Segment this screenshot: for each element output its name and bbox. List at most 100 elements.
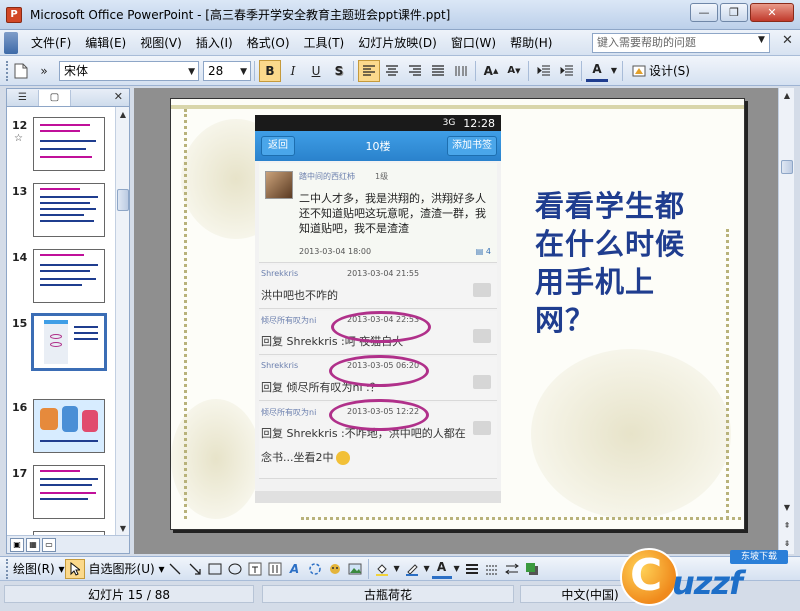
- document-close-icon[interactable]: ✕: [782, 33, 793, 48]
- line-icon[interactable]: [165, 559, 185, 579]
- slide-thumb-17[interactable]: 17: [7, 465, 115, 525]
- align-left-icon[interactable]: [358, 59, 380, 82]
- menu-edit[interactable]: 编辑(E): [78, 32, 133, 54]
- slide-thumb-14[interactable]: 14: [7, 249, 115, 309]
- design-button[interactable]: 设计(S): [632, 62, 690, 79]
- chevron-down-icon[interactable]: ▼: [422, 559, 432, 579]
- increase-indent-icon[interactable]: [556, 60, 578, 82]
- fill-color-icon[interactable]: [372, 559, 392, 579]
- scroll-down-icon[interactable]: ▼: [117, 521, 129, 535]
- normal-view-icon[interactable]: ▣: [10, 537, 24, 552]
- formatting-toolbar: » 宋体 ▼ 28 ▼ B I U S A ▲ A ▼ A ▼ 设计(S): [0, 56, 800, 86]
- arrow-style-icon[interactable]: [502, 559, 522, 579]
- justify-icon[interactable]: [427, 60, 449, 82]
- slides-scrollbar[interactable]: ▲ ▼: [115, 107, 129, 535]
- chevron-down-icon: ▼: [240, 66, 247, 77]
- clip-art-icon[interactable]: [325, 559, 345, 579]
- font-size-select[interactable]: 28 ▼: [203, 60, 251, 81]
- menu-grip-icon[interactable]: [4, 31, 18, 54]
- slideshow-view-icon[interactable]: ▭: [42, 537, 56, 552]
- outline-tab[interactable]: ☰: [7, 89, 39, 106]
- slide-sorter-view-icon[interactable]: ▦: [26, 537, 40, 552]
- slide-thumbnail-image-selected: [31, 313, 107, 371]
- menu-file[interactable]: 文件(F): [24, 32, 78, 54]
- editor-scrollbar[interactable]: ▲ ▼ ⇞ ⇟: [778, 88, 794, 554]
- slide-number: 14: [12, 251, 28, 264]
- italic-button[interactable]: I: [282, 60, 304, 82]
- arrow-icon[interactable]: [185, 559, 205, 579]
- rectangle-icon[interactable]: [205, 559, 225, 579]
- chevron-down-icon[interactable]: ▼: [452, 559, 462, 579]
- align-center-icon[interactable]: [381, 60, 403, 82]
- chevron-down-icon[interactable]: ▼: [609, 60, 619, 82]
- vertical-textbox-icon[interactable]: [265, 559, 285, 579]
- slide-thumb-12[interactable]: 12 ☆: [7, 117, 115, 177]
- reply-date: 2013-03-04 21:55: [347, 269, 420, 278]
- toolbar-grip[interactable]: [6, 558, 9, 579]
- font-name-select[interactable]: 宋体 ▼: [59, 60, 199, 81]
- current-slide[interactable]: 3G 12:28 返回 10楼 添加书签 踏中间的西红柿 1级 二中人才多，我是…: [170, 98, 745, 530]
- restore-button[interactable]: ❐: [720, 3, 748, 22]
- menu-format[interactable]: 格式(O): [240, 32, 297, 54]
- phone-bookmark-button: 添加书签: [447, 136, 497, 156]
- column-distribute-icon[interactable]: [450, 60, 472, 82]
- slide-thumb-15[interactable]: 15: [7, 313, 115, 375]
- dash-style-icon[interactable]: [482, 559, 502, 579]
- decrease-font-size-icon[interactable]: A ▼: [503, 60, 525, 82]
- slide-heading[interactable]: 看看学生都在什么时候用手机上网？: [535, 187, 685, 339]
- minimize-button[interactable]: —: [690, 3, 718, 22]
- line-style-icon[interactable]: [462, 559, 482, 579]
- scroll-up-icon[interactable]: ▲: [781, 88, 793, 102]
- phone-screenshot[interactable]: 3G 12:28 返回 10楼 添加书签 踏中间的西红柿 1级 二中人才多，我是…: [255, 115, 501, 503]
- slides-tab[interactable]: ▢: [39, 89, 71, 106]
- shadow-button[interactable]: S: [328, 60, 350, 82]
- menu-view[interactable]: 视图(V): [133, 32, 189, 54]
- status-slide-counter: 幻灯片 15 / 88: [4, 585, 254, 603]
- underline-button[interactable]: U: [305, 60, 327, 82]
- close-button[interactable]: ✕: [750, 3, 794, 22]
- toolbar-options-icon[interactable]: »: [33, 60, 55, 82]
- oval-icon[interactable]: [225, 559, 245, 579]
- select-pointer-icon[interactable]: [64, 558, 85, 579]
- decrease-indent-icon[interactable]: [533, 60, 555, 82]
- font-color-icon[interactable]: A: [431, 559, 452, 579]
- align-right-icon[interactable]: [404, 60, 426, 82]
- menu-help[interactable]: 帮助(H): [503, 32, 559, 54]
- menu-window[interactable]: 窗口(W): [444, 32, 503, 54]
- textbox-icon[interactable]: [245, 559, 265, 579]
- menu-tools[interactable]: 工具(T): [297, 32, 352, 54]
- chevron-down-icon[interactable]: ▼: [758, 35, 765, 45]
- slide-thumb-13[interactable]: 13: [7, 183, 115, 243]
- shadow-style-icon[interactable]: [522, 559, 542, 579]
- toolbar-separator: [367, 558, 369, 579]
- pane-close-icon[interactable]: ✕: [114, 90, 123, 103]
- draw-menu-button[interactable]: 绘图(R) ▾: [13, 560, 65, 577]
- help-search-input[interactable]: 键入需要帮助的问题: [592, 33, 770, 53]
- menu-slideshow[interactable]: 幻灯片放映(D): [351, 32, 444, 54]
- avatar: [265, 171, 293, 199]
- scroll-thumb[interactable]: [117, 189, 129, 211]
- reply-count: ▤ 4: [475, 247, 491, 256]
- scroll-thumb[interactable]: [781, 160, 793, 174]
- picture-icon[interactable]: [345, 559, 365, 579]
- scroll-up-icon[interactable]: ▲: [117, 107, 129, 121]
- wordart-icon[interactable]: A: [285, 559, 305, 579]
- scroll-down-icon[interactable]: ▼: [781, 500, 793, 514]
- watermark-brand: uzzf: [672, 564, 743, 602]
- increase-font-size-icon[interactable]: A ▲: [480, 60, 502, 82]
- diagram-icon[interactable]: [305, 559, 325, 579]
- toolbar-separator: [622, 60, 623, 81]
- menu-insert[interactable]: 插入(I): [189, 32, 240, 54]
- previous-slide-icon[interactable]: ⇞: [781, 518, 793, 532]
- bold-button[interactable]: B: [259, 59, 281, 82]
- powerpoint-app-icon[interactable]: P: [6, 6, 22, 23]
- line-color-icon[interactable]: [402, 559, 422, 579]
- font-color-icon[interactable]: A: [586, 60, 608, 82]
- new-document-icon[interactable]: [10, 60, 32, 82]
- toolbar-grip[interactable]: [6, 60, 9, 81]
- slide-editor[interactable]: 3G 12:28 返回 10楼 添加书签 踏中间的西红柿 1级 二中人才多，我是…: [134, 88, 778, 554]
- slide-thumb-16[interactable]: 16: [7, 399, 115, 459]
- menu-items: 文件(F) 编辑(E) 视图(V) 插入(I) 格式(O) 工具(T) 幻灯片放…: [24, 32, 559, 54]
- autoshapes-button[interactable]: 自选图形(U) ▾: [89, 560, 165, 577]
- chevron-down-icon[interactable]: ▼: [392, 559, 402, 579]
